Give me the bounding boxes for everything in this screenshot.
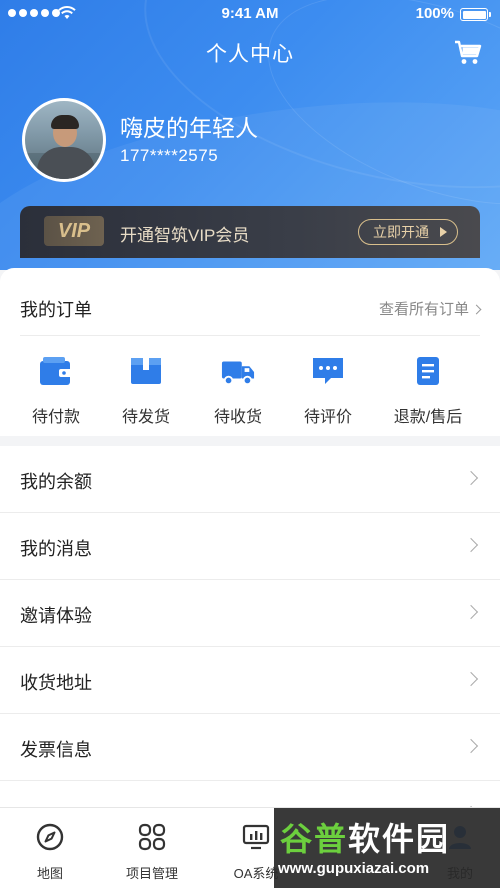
battery-percent: 100% [415,5,454,22]
order-status-label: 待发货 [121,409,170,426]
orders-title: 我的订单 [20,300,92,320]
list-item-label: 邀请体验 [20,606,92,626]
settings-list: 我的余额 我的消息 邀请体验 收货地址 发票信息 问题反馈 [0,446,500,821]
view-all-orders-link[interactable]: 查看所有订单 [378,298,482,319]
chevron-right-icon [463,537,479,553]
tab-label: 项目管理 [125,866,178,881]
list-item-label: 发票信息 [20,740,92,760]
order-status-pending-payment[interactable]: 待付款 [6,356,106,427]
grid-icon [138,823,166,851]
view-all-orders-label: 查看所有订单 [378,301,469,318]
list-item-invite[interactable]: 邀请体验 [0,580,500,647]
page-title: 个人中心 [206,43,294,66]
user-name: 嗨皮的年轻人 [120,115,258,141]
list-item-invoice[interactable]: 发票信息 [0,714,500,781]
watermark-url: www.gupuxiazai.com [278,860,430,877]
divider [20,335,480,336]
monitor-icon [242,824,270,850]
order-status-pending-shipment[interactable]: 待发货 [96,356,196,427]
list-item-messages[interactable]: 我的消息 [0,513,500,580]
chevron-right-icon [463,738,479,754]
compass-icon [36,823,64,851]
order-status-pending-review[interactable]: 待评价 [278,356,378,427]
comment-icon [313,358,343,384]
chevron-right-icon [471,304,482,315]
order-status-label: 待付款 [31,409,80,426]
vip-text: 开通智筑VIP会员 [120,226,250,245]
status-bar: 9:41 AM 100% [0,0,500,28]
order-status-label: 待收货 [213,409,262,426]
tab-label: 地图 [36,866,63,881]
watermark-title: 谷普软件园 [280,821,451,857]
avatar[interactable] [22,98,106,182]
vip-banner[interactable]: VIP 开通智筑VIP会员 立即开通 [20,206,480,258]
order-status-refund[interactable]: 退款/售后 [378,356,478,427]
tab-projects[interactable]: 项目管理 [102,822,202,882]
truck-icon [221,361,255,386]
battery-icon [460,8,491,21]
vip-badge: VIP [44,216,104,246]
vip-open-button[interactable]: 立即开通 [358,219,458,245]
orders-card: 我的订单 查看所有订单 待付款 待发货 待收货 待评价 退款/售后 [0,268,500,436]
order-status-label: 退款/售后 [393,409,463,426]
chevron-right-icon [463,604,479,620]
list-item-label: 收货地址 [20,673,92,693]
list-item-balance[interactable]: 我的余额 [0,446,500,513]
list-item-address[interactable]: 收货地址 [0,647,500,714]
triangle-right-icon [440,227,447,237]
chevron-right-icon [463,671,479,687]
watermark-logo: 谷普软件园 www.gupuxiazai.com [274,808,500,888]
order-status-pending-receipt[interactable]: 待收货 [188,356,288,427]
list-item-label: 我的余额 [20,472,92,492]
tab-map[interactable]: 地图 [0,822,100,882]
package-icon [131,358,161,384]
vip-open-label: 立即开通 [373,224,429,240]
chevron-right-icon [463,470,479,486]
document-icon [417,357,439,385]
order-status-label: 待评价 [303,409,352,426]
user-phone: 177****2575 [120,146,219,165]
cart-icon[interactable] [454,40,482,66]
list-item-label: 我的消息 [20,539,92,559]
wallet-icon [40,357,72,385]
